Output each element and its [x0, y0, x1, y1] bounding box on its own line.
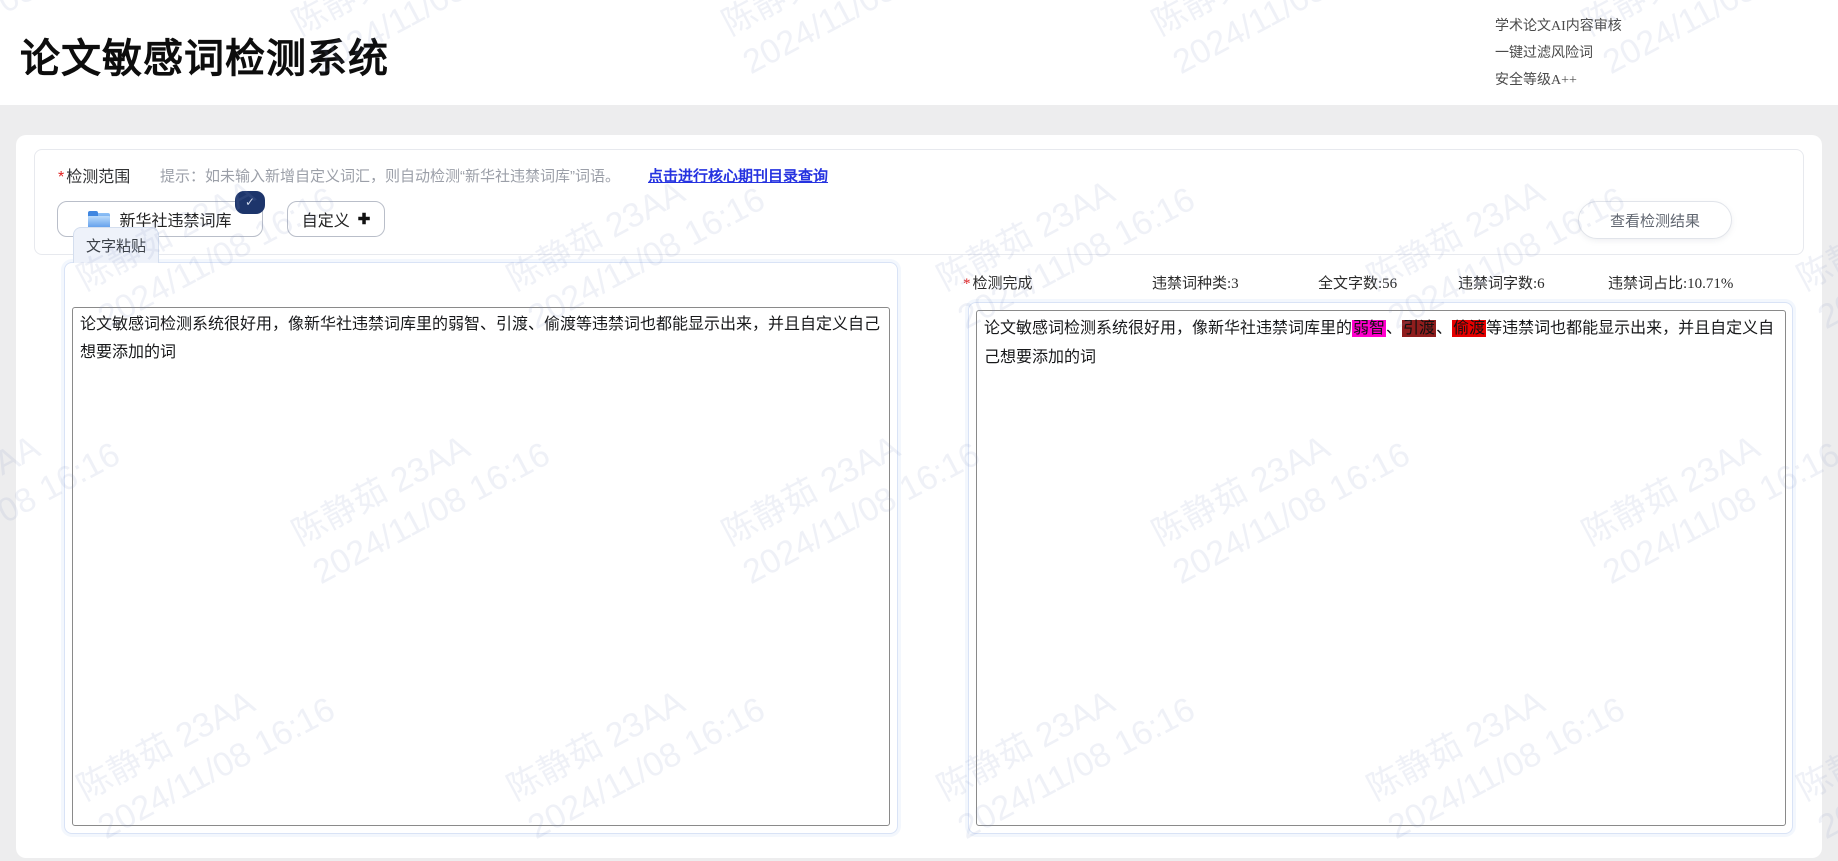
plus-icon: ✚ [357, 211, 371, 228]
stat-banned-characters: 违禁词字数:6 [1458, 276, 1545, 292]
selected-check-icon: ✓ [235, 191, 265, 214]
feature-item-security: 安全等级A++ [1495, 73, 1577, 88]
detection-scope-label: * 检测范围 [58, 169, 131, 186]
source-text-input[interactable] [72, 307, 890, 826]
feature-item-filter: 一键过滤风险词 [1495, 46, 1593, 61]
core-journal-query-link[interactable]: 点击进行核心期刊目录查询 [648, 165, 828, 186]
status-asterisk: * [963, 276, 971, 292]
feature-item-ai-review: 学术论文AI内容审核 [1495, 19, 1622, 34]
highlighted-banned-word: 引渡 [1402, 320, 1437, 337]
custom-words-label: 自定义 [301, 213, 350, 230]
folder-icon [88, 210, 111, 228]
feature-list: 学术论文AI内容审核 一键过滤风险词 安全等级A++ [1495, 13, 1755, 94]
required-asterisk: * [58, 169, 65, 186]
tab-text-paste[interactable]: 文字粘贴 [73, 227, 159, 263]
stat-total-characters: 全文字数:56 [1318, 276, 1398, 292]
stat-banned-ratio: 违禁词占比:10.71% [1608, 276, 1734, 292]
header-bar: 论文敏感词检测系统 学术论文AI内容审核 一键过滤风险词 安全等级A++ [0, 0, 1838, 105]
text-input-panel: 文字粘贴 [64, 227, 898, 834]
custom-words-button[interactable]: 自定义 ✚ [287, 201, 385, 237]
page-title: 论文敏感词检测系统 [20, 37, 389, 81]
detection-status: * 检测完成 [963, 276, 1033, 292]
highlighted-banned-word: 弱智 [1352, 320, 1387, 337]
detection-result-box[interactable]: 论文敏感词检测系统很好用，像新华社违禁词库里的弱智、引渡、偷渡等违禁词也都能显示… [976, 310, 1786, 826]
highlighted-banned-word: 偷渡 [1452, 320, 1487, 337]
view-results-button[interactable]: 查看检测结果 [1578, 201, 1732, 239]
scope-hint-text: 提示：如未输入新增自定义词汇，则自动检测“新华社违禁词库”词语。 [160, 168, 620, 185]
detection-result-panel: 论文敏感词检测系统很好用，像新华社违禁词库里的弱智、引渡、偷渡等违禁词也都能显示… [968, 302, 1793, 834]
stat-banned-word-types: 违禁词种类:3 [1152, 276, 1239, 292]
